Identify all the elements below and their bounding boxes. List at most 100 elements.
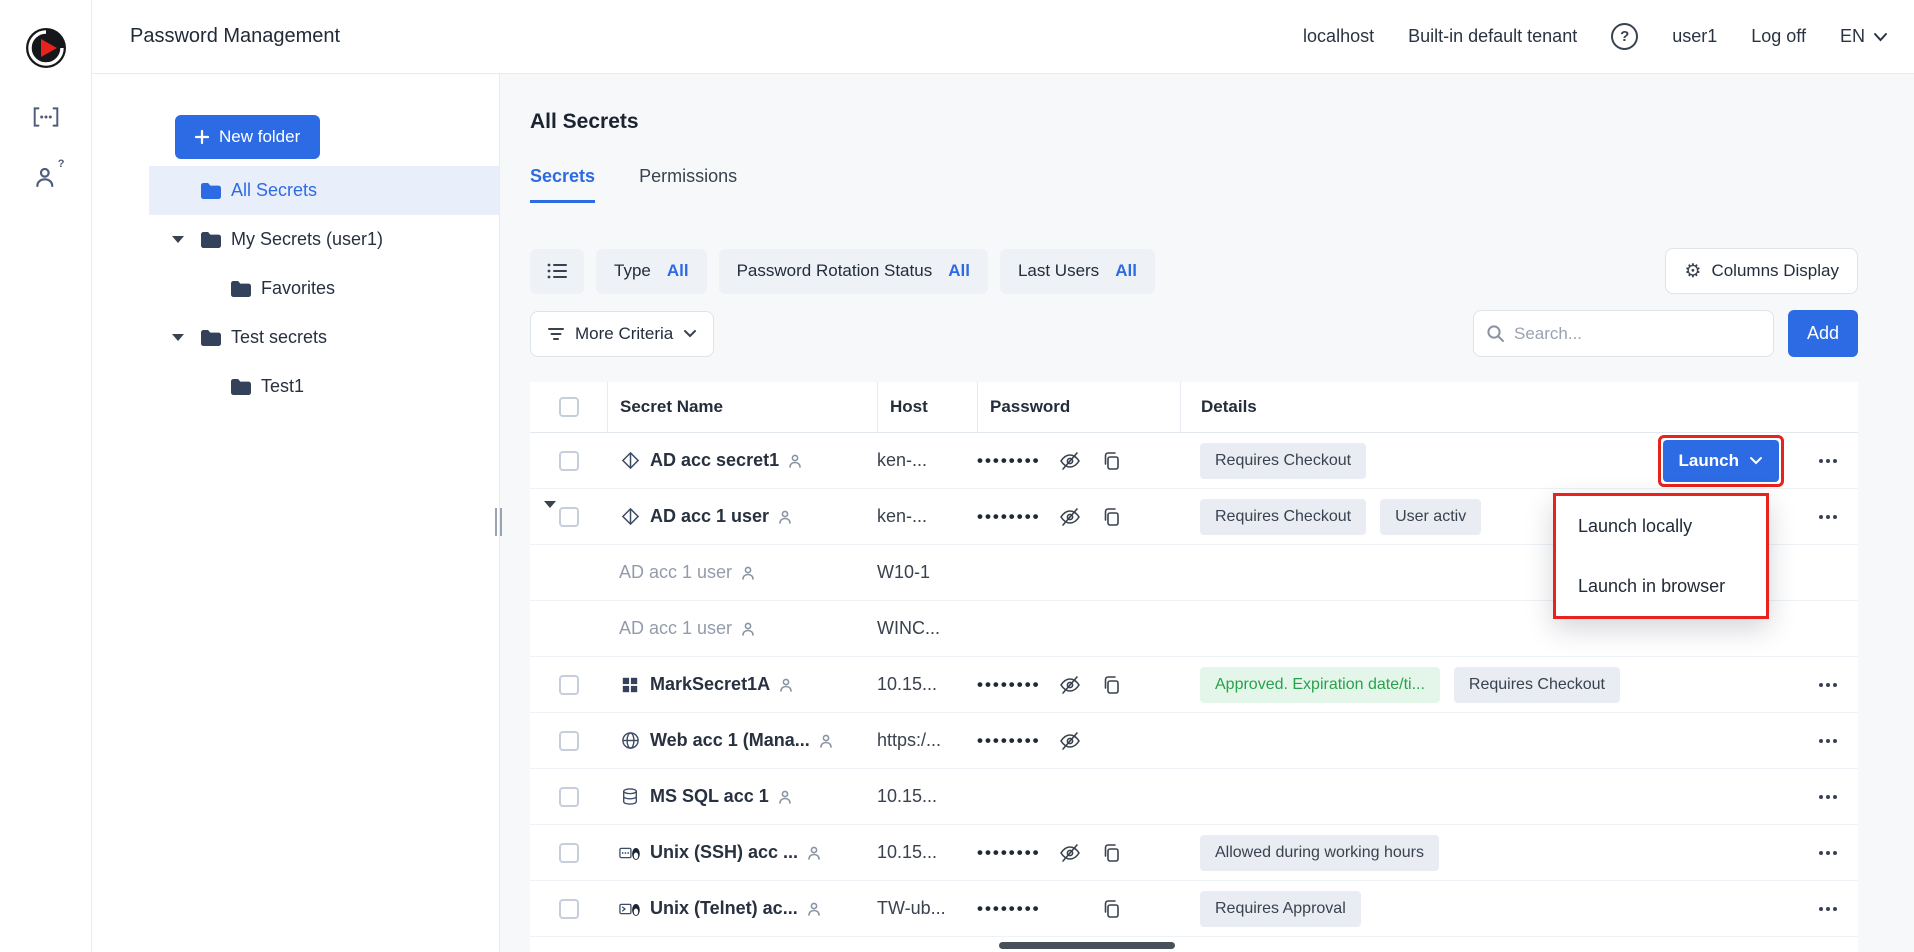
secret-name[interactable]: MS SQL acc 1: [650, 786, 769, 807]
copy-password-icon[interactable]: [1099, 841, 1123, 865]
folder-sidebar: New folder All Secrets My Secrets (user1…: [92, 74, 500, 952]
filter-last-users-value: All: [1115, 261, 1137, 281]
row-checkbox[interactable]: [559, 507, 579, 527]
icon-rail: ?: [0, 0, 92, 952]
folder-icon: [200, 182, 222, 200]
filter-last-users[interactable]: Last Users All: [1000, 249, 1155, 294]
row-menu-icon[interactable]: [1815, 731, 1841, 751]
row-menu-icon[interactable]: [1815, 899, 1841, 919]
column-header-password[interactable]: Password: [977, 382, 1180, 432]
copy-password-icon[interactable]: [1099, 673, 1123, 697]
secret-name[interactable]: AD acc secret1: [650, 450, 779, 471]
table-row: Unix (Telnet) ac... TW-ub... •••••••• Re…: [530, 881, 1858, 937]
secret-name[interactable]: MarkSecret1A: [650, 674, 770, 695]
row-menu-icon[interactable]: [1815, 451, 1841, 471]
user-help-icon[interactable]: ?: [31, 164, 61, 190]
launch-locally-item[interactable]: Launch locally: [1556, 496, 1766, 556]
filter-type-value: All: [667, 261, 689, 281]
launch-menu: Launch locally Launch in browser: [1553, 493, 1769, 619]
help-icon[interactable]: ?: [1611, 23, 1638, 50]
sidebar-item-test1[interactable]: Test1: [149, 362, 499, 411]
copy-password-icon[interactable]: [1099, 449, 1123, 473]
host-value: TW-ub...: [877, 898, 977, 919]
launch-button[interactable]: Launch: [1663, 440, 1779, 482]
list-view-button[interactable]: [530, 249, 584, 294]
copy-password-icon[interactable]: [1099, 505, 1123, 529]
search-input[interactable]: [1514, 324, 1761, 344]
collapse-caret-icon[interactable]: [165, 334, 191, 341]
filter-last-users-label: Last Users: [1018, 261, 1099, 281]
filter-type[interactable]: Type All: [596, 249, 707, 294]
secrets-vault-icon[interactable]: [31, 104, 61, 130]
new-folder-button[interactable]: New folder: [175, 115, 320, 159]
shared-user-icon: [788, 453, 806, 469]
secret-name[interactable]: Unix (SSH) acc ...: [650, 842, 798, 863]
shared-user-icon: [778, 509, 796, 525]
secret-name[interactable]: AD acc 1 user: [619, 562, 732, 583]
row-checkbox[interactable]: [559, 451, 579, 471]
secret-name[interactable]: AD acc 1 user: [619, 618, 732, 639]
reveal-password-icon[interactable]: [1058, 729, 1082, 753]
chevron-down-icon: [683, 329, 697, 338]
more-criteria-button[interactable]: More Criteria: [530, 311, 714, 357]
column-header-host[interactable]: Host: [877, 382, 977, 432]
row-checkbox[interactable]: [559, 731, 579, 751]
user-menu[interactable]: user1: [1672, 26, 1717, 47]
shared-user-icon: [741, 621, 759, 637]
reveal-password-icon[interactable]: [1058, 449, 1082, 473]
table-row: AD acc secret1 ken-... •••••••• Requires…: [530, 433, 1858, 489]
row-menu-icon[interactable]: [1815, 787, 1841, 807]
secret-name[interactable]: Web acc 1 (Mana...: [650, 730, 810, 751]
table-header: Secret Name Host Password Details: [530, 382, 1858, 433]
copy-password-icon[interactable]: [1099, 897, 1123, 921]
more-criteria-label: More Criteria: [575, 324, 673, 344]
horizontal-scrollbar-thumb[interactable]: [999, 942, 1175, 949]
host-value: 10.15...: [877, 674, 977, 695]
sidebar-item-all-secrets[interactable]: All Secrets: [149, 166, 499, 215]
tab-permissions[interactable]: Permissions: [639, 166, 737, 203]
add-button[interactable]: Add: [1788, 310, 1858, 357]
shared-user-icon: [819, 733, 837, 749]
reveal-password-icon[interactable]: [1058, 505, 1082, 529]
filter-rotation-status[interactable]: Password Rotation Status All: [719, 249, 988, 294]
sidebar-item-test-secrets[interactable]: Test secrets: [149, 313, 499, 362]
reveal-password-icon[interactable]: [1058, 673, 1082, 697]
sidebar-item-my-secrets[interactable]: My Secrets (user1): [149, 215, 499, 264]
password-mask: ••••••••: [977, 843, 1041, 863]
reveal-password-icon[interactable]: [1058, 841, 1082, 865]
collapse-caret-icon[interactable]: [165, 236, 191, 243]
secret-name[interactable]: Unix (Telnet) ac...: [650, 898, 798, 919]
password-mask: ••••••••: [977, 507, 1041, 527]
row-checkbox[interactable]: [559, 787, 579, 807]
row-menu-icon[interactable]: [1815, 675, 1841, 695]
secret-name[interactable]: AD acc 1 user: [650, 506, 769, 527]
select-all-checkbox[interactable]: [559, 397, 579, 417]
sidebar-item-favorites[interactable]: Favorites: [149, 264, 499, 313]
row-checkbox[interactable]: [559, 843, 579, 863]
column-header-details[interactable]: Details: [1180, 382, 1798, 432]
row-menu-icon[interactable]: [1815, 843, 1841, 863]
panel-resize-handle[interactable]: [493, 508, 503, 536]
logoff-button[interactable]: Log off: [1751, 26, 1806, 47]
status-badge: Requires Checkout: [1454, 667, 1620, 703]
row-checkbox[interactable]: [559, 675, 579, 695]
row-expander-icon[interactable]: [544, 508, 556, 526]
host-value: ken-...: [877, 450, 977, 471]
page-title: All Secrets: [530, 110, 639, 134]
filter-row-1: Type All Password Rotation Status All La…: [530, 248, 1858, 294]
row-checkbox[interactable]: [559, 899, 579, 919]
row-menu-icon[interactable]: [1815, 507, 1841, 527]
top-bar: Password Management localhost Built-in d…: [92, 0, 1914, 74]
launch-in-browser-item[interactable]: Launch in browser: [1556, 556, 1766, 616]
tab-secrets[interactable]: Secrets: [530, 166, 595, 203]
sidebar-item-label: All Secrets: [231, 180, 317, 201]
top-right-cluster: localhost Built-in default tenant ? user…: [1303, 23, 1888, 50]
column-header-secret-name[interactable]: Secret Name: [607, 382, 877, 432]
filter-rotation-label: Password Rotation Status: [737, 261, 933, 281]
sidebar-item-label: My Secrets (user1): [231, 229, 383, 250]
language-selector[interactable]: EN: [1840, 26, 1888, 47]
shared-user-icon: [807, 901, 825, 917]
windows-icon: [619, 676, 641, 694]
language-value: EN: [1840, 26, 1865, 47]
columns-display-button[interactable]: ⚙ Columns Display: [1665, 248, 1858, 294]
